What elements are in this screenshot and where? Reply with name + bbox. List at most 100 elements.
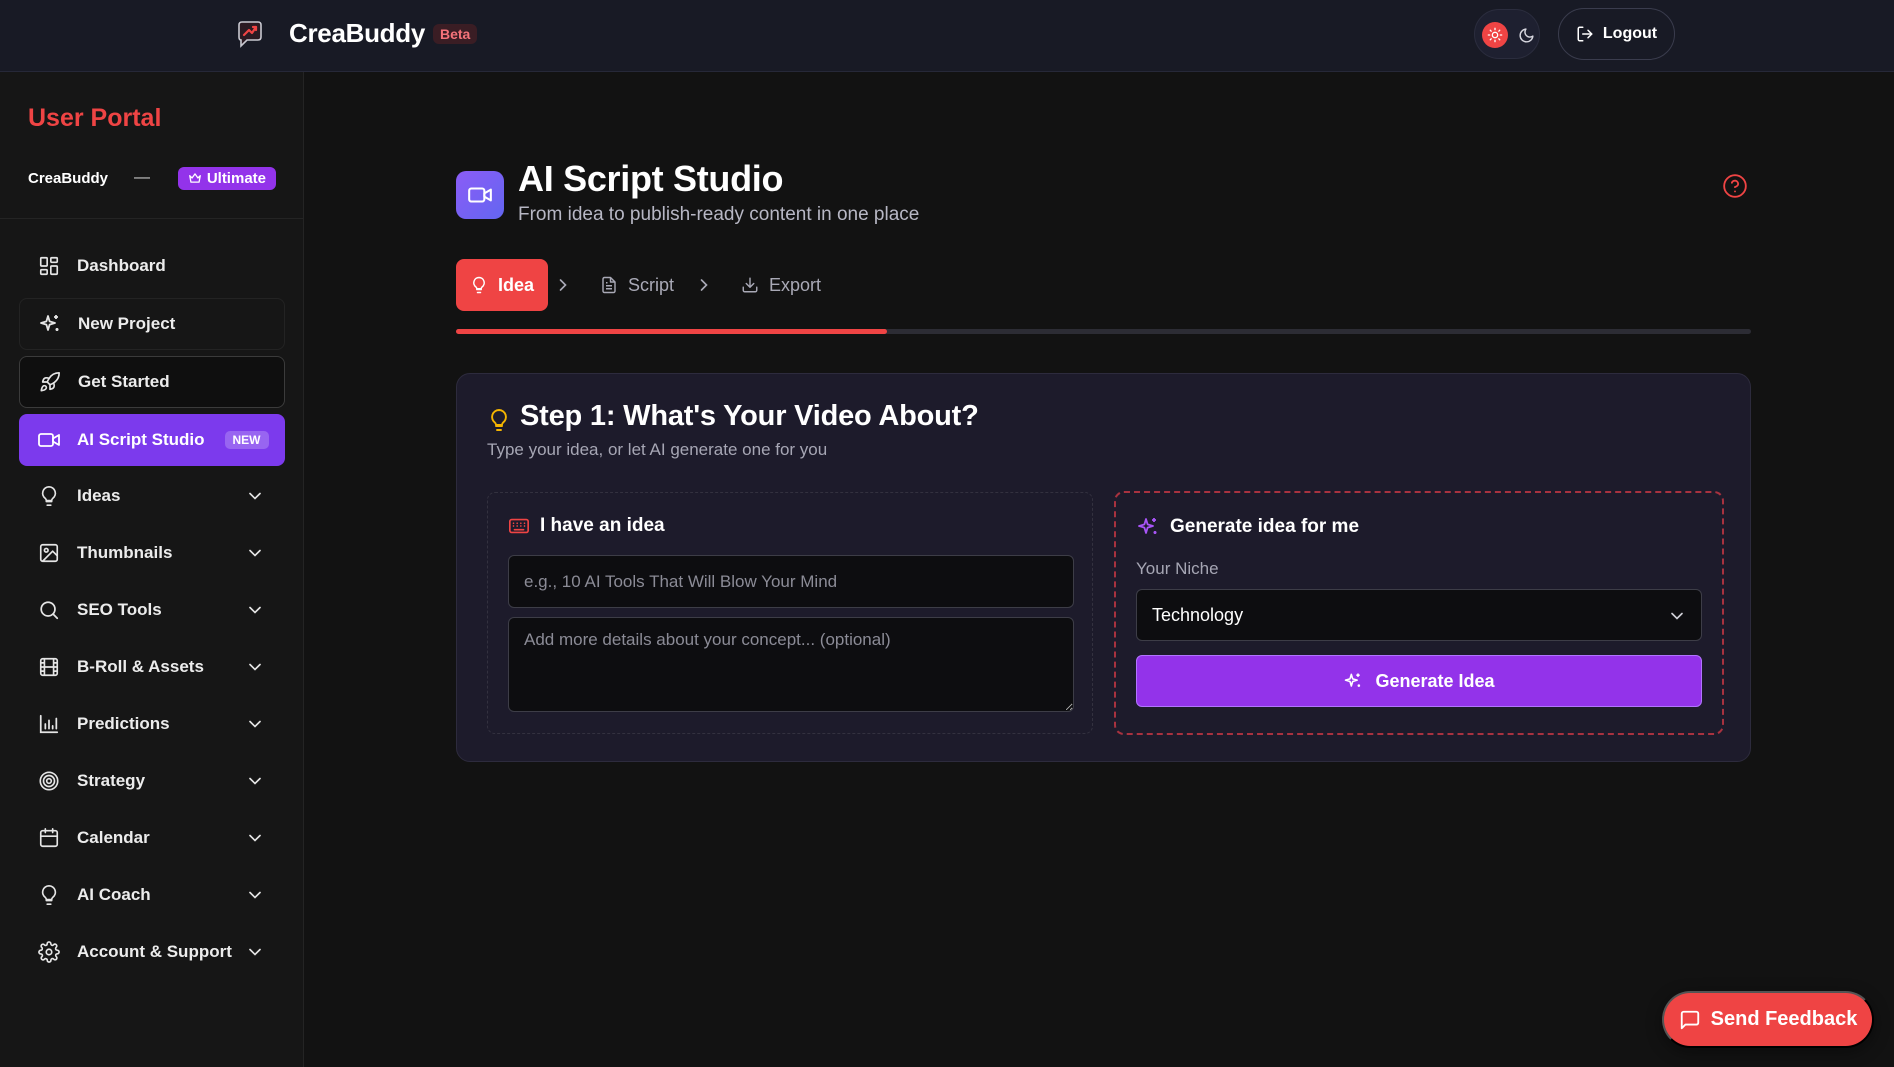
sidebar-divider	[0, 218, 304, 219]
panel-title-label: I have an idea	[540, 515, 665, 536]
sidebar-item-label: Get Started	[78, 372, 170, 391]
generate-idea-label: Generate Idea	[1375, 670, 1495, 691]
bar-chart-icon	[37, 712, 61, 736]
logout-label: Logout	[1602, 25, 1658, 42]
video-icon	[456, 171, 504, 219]
sidebar-item-label: SEO Tools	[77, 600, 162, 619]
sidebar-item-label: B-Roll & Assets	[77, 657, 204, 676]
sidebar-item-label: Account & Support	[77, 942, 232, 961]
chevron-down-icon[interactable]	[245, 657, 265, 677]
lightbulb-icon	[37, 484, 61, 508]
chevron-down-icon[interactable]	[245, 486, 265, 506]
sidebar-item-account-support[interactable]: Account & Support	[19, 926, 285, 978]
sun-icon[interactable]	[1482, 22, 1508, 48]
logout-icon	[1577, 26, 1593, 42]
sparkles-icon	[38, 312, 62, 336]
logo-chat-icon[interactable]	[234, 18, 266, 50]
page-title: AI Script Studio	[518, 158, 784, 199]
plan-label: Ultimate	[206, 169, 266, 187]
chevron-down-icon[interactable]	[245, 771, 265, 791]
chevron-right-icon	[700, 279, 708, 291]
details-textarea[interactable]	[508, 617, 1074, 712]
sidebar-item-b-roll-assets[interactable]: B-Roll & Assets	[19, 641, 285, 693]
sidebar-item-label: AI Coach	[77, 885, 151, 904]
sidebar-item-ai-script-studio[interactable]: AI Script Studio NEW	[19, 414, 285, 466]
sidebar-item-label: Thumbnails	[77, 543, 173, 562]
sidebar-item-label: AI Script Studio	[77, 430, 205, 449]
niche-select[interactable]: Technology	[1136, 589, 1702, 641]
sidebar-item-ideas[interactable]: Ideas	[19, 470, 285, 522]
user-info: CreaBuddy — Ultimate	[28, 165, 276, 191]
sidebar: User Portal CreaBuddy — Ultimate Dashboa…	[0, 72, 304, 1067]
search-icon	[37, 598, 61, 622]
chevron-down-icon[interactable]	[245, 600, 265, 620]
sidebar-item-dashboard[interactable]: Dashboard	[19, 240, 285, 292]
chevron-down-icon[interactable]	[245, 942, 265, 962]
progress-track	[456, 329, 1751, 334]
chevron-right-icon	[559, 279, 567, 291]
download-icon	[742, 277, 758, 293]
sidebar-item-new-project[interactable]: New Project	[19, 298, 285, 350]
sidebar-item-get-started[interactable]: Get Started	[19, 356, 285, 408]
lightbulb-icon	[37, 883, 61, 907]
sidebar-item-label: Calendar	[77, 828, 150, 847]
tab-script[interactable]: Script	[600, 259, 674, 311]
send-feedback-label: Send Feedback	[1710, 1008, 1858, 1030]
sparkles-icon	[1138, 518, 1157, 534]
sidebar-item-label: Predictions	[77, 714, 170, 733]
video-icon	[37, 428, 61, 452]
moon-icon[interactable]	[1514, 23, 1538, 47]
manual-idea-panel[interactable]: I have an idea	[487, 492, 1093, 734]
generate-idea-title: Generate idea for me	[1136, 515, 1359, 539]
lightbulb-icon	[491, 409, 507, 431]
tab-idea[interactable]: Idea	[456, 259, 548, 311]
sidebar-item-predictions[interactable]: Predictions	[19, 698, 285, 750]
message-icon	[1680, 1010, 1699, 1029]
generate-idea-button[interactable]: Generate Idea	[1136, 655, 1702, 707]
niche-value: Technology	[1152, 604, 1244, 625]
tab-label: Script	[628, 274, 675, 295]
logout-button[interactable]: Logout	[1558, 8, 1675, 60]
user-name: CreaBuddy	[28, 169, 109, 187]
sidebar-item-label: Strategy	[77, 771, 146, 790]
rocket-icon	[38, 370, 62, 394]
tab-export[interactable]: Export	[741, 259, 821, 311]
lightbulb-icon	[473, 276, 485, 294]
top-bar: CreaBuddy Beta Logout	[0, 0, 1894, 72]
sparkles-icon	[1345, 673, 1361, 687]
progress-fill	[456, 329, 888, 334]
sidebar-item-seo-tools[interactable]: SEO Tools	[19, 584, 285, 636]
image-icon	[37, 541, 61, 565]
gear-icon	[37, 940, 61, 964]
keyboard-icon	[509, 518, 529, 534]
niche-label: Your Niche	[1136, 559, 1219, 578]
generate-idea-panel[interactable]: Generate idea for me Your Niche Technolo…	[1114, 491, 1724, 735]
sidebar-item-strategy[interactable]: Strategy	[19, 755, 285, 807]
sidebar-item-calendar[interactable]: Calendar	[19, 812, 285, 864]
step-heading: Step 1: What's Your Video About?	[520, 400, 979, 432]
brand-name[interactable]: CreaBuddy	[289, 18, 425, 49]
step-subheading: Type your idea, or let AI generate one f…	[487, 440, 828, 459]
tab-label: Idea	[497, 274, 535, 295]
dashboard-icon	[37, 254, 61, 278]
crown-icon	[188, 173, 201, 183]
chevron-down-icon[interactable]	[245, 885, 265, 905]
tab-label: Export	[769, 274, 822, 295]
send-feedback-button[interactable]: Send Feedback	[1662, 991, 1874, 1048]
sidebar-item-ai-coach[interactable]: AI Coach	[19, 869, 285, 921]
idea-input[interactable]	[508, 555, 1074, 608]
calendar-icon	[37, 826, 61, 850]
plan-badge: Ultimate	[177, 166, 276, 190]
portal-title: User Portal	[28, 104, 162, 132]
theme-toggle[interactable]	[1474, 9, 1540, 59]
chevron-down-icon[interactable]	[245, 543, 265, 563]
manual-idea-title: I have an idea	[508, 515, 665, 537]
sidebar-item-thumbnails[interactable]: Thumbnails	[19, 527, 285, 579]
target-icon	[37, 769, 61, 793]
panel-title-label: Generate idea for me	[1170, 516, 1360, 537]
user-separator: —	[134, 169, 151, 186]
sidebar-item-label: Ideas	[77, 486, 121, 505]
help-icon[interactable]	[1722, 173, 1748, 199]
chevron-down-icon[interactable]	[245, 828, 265, 848]
chevron-down-icon[interactable]	[245, 714, 265, 734]
